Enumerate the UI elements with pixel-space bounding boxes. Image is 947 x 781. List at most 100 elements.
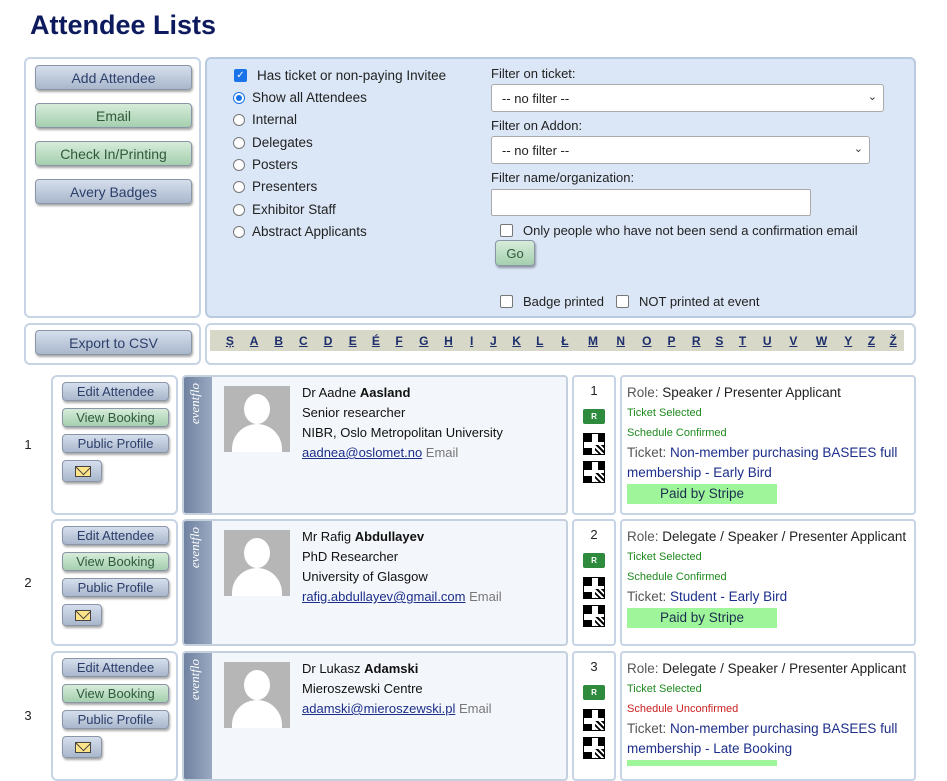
confirmation-email-option[interactable]: Only people who have not been send a con… [500,223,858,238]
alphabet-link[interactable]: L [529,334,551,348]
alphabet-link[interactable]: Ș [218,334,242,348]
alphabet-link[interactable]: K [504,334,529,348]
radio-button[interactable] [233,91,245,104]
alphabet-link[interactable]: F [387,334,412,348]
qr-code-icon[interactable] [583,709,605,731]
alphabet-link[interactable]: É [365,334,387,348]
attendee-email-link[interactable]: rafig.abdullayev@gmail.com [302,589,466,604]
role-value: Speaker / Presenter Applicant [662,385,841,400]
ticket-icon[interactable]: R [583,685,605,700]
attendee-email-link[interactable]: adamski@mieroszewski.pl [302,701,455,716]
not-printed-option[interactable]: NOT printed at event [616,294,759,309]
has-ticket-option[interactable]: ✓ Has ticket or non-paying Invitee [234,68,446,83]
alphabet-link[interactable]: R [684,334,709,348]
alphabet-link[interactable]: U [755,334,780,348]
alphabet-link[interactable]: H [436,334,461,348]
alphabet-link[interactable]: M [579,334,607,348]
public-profile-button[interactable]: Public Profile [62,434,169,453]
radio-abstract-applicants[interactable]: Abstract Applicants [233,224,367,239]
brand-logo: eventflo [187,383,202,425]
alphabet-link[interactable]: C [291,334,316,348]
check-in-printing-button[interactable]: Check In/Printing [35,141,192,166]
view-booking-button[interactable]: View Booking [62,408,169,427]
add-attendee-button[interactable]: Add Attendee [35,65,192,90]
alphabet-link[interactable]: Y [836,334,861,348]
edit-attendee-button[interactable]: Edit Attendee [62,526,169,545]
brand-logo: eventflo [187,659,202,701]
alphabet-link[interactable]: O [635,334,660,348]
alphabet-link[interactable]: J [483,334,505,348]
badge-printed-checkbox[interactable] [500,295,513,308]
brand-logo: eventflo [187,527,202,569]
badge-printed-option[interactable]: Badge printed [500,294,604,309]
radio-button[interactable] [233,136,245,149]
envelope-icon [75,742,91,753]
alphabet-link[interactable]: V [780,334,808,348]
export-csv-button[interactable]: Export to CSV [35,330,192,355]
radio-button[interactable] [233,180,245,193]
radio-exhibitor-staff[interactable]: Exhibitor Staff [233,202,336,217]
not-printed-label: NOT printed at event [639,294,760,309]
alphabet-link[interactable]: W [807,334,836,348]
alphabet-link[interactable]: P [659,334,684,348]
name-filter-input[interactable] [491,189,811,216]
ticket-icon[interactable]: R [583,553,605,568]
alphabet-link[interactable]: A [242,334,267,348]
attendee-card: eventflo Dr Lukasz Adamski Mieroszewski … [182,651,568,781]
attendee-email-link[interactable]: aadnea@oslomet.no [302,445,422,460]
attendee-position: Mieroszewski Centre [302,681,423,696]
addon-filter-select[interactable]: -- no filter -- ⌄ [491,136,870,164]
alphabet-link[interactable]: Ł [551,334,580,348]
view-booking-button[interactable]: View Booking [62,552,169,571]
radio-button[interactable] [233,158,245,171]
alphabet-link[interactable]: T [730,334,755,348]
alphabet-link[interactable]: N [607,334,635,348]
public-profile-button[interactable]: Public Profile [62,710,169,729]
attendee-surname: Adamski [364,661,419,676]
send-email-button[interactable] [62,460,102,482]
radio-button[interactable] [233,203,245,216]
radio-internal[interactable]: Internal [233,112,297,127]
radio-posters[interactable]: Posters [233,157,298,172]
radio-button[interactable] [233,113,245,126]
alphabet-link[interactable]: B [266,334,291,348]
alphabet-link[interactable]: I [461,334,483,348]
alphabet-link[interactable]: Ž [882,334,904,348]
radio-label: Internal [252,112,298,127]
qr-code-icon[interactable] [583,605,605,627]
radio-button[interactable] [233,225,245,238]
qr-code-icon[interactable] [583,577,605,599]
confirmation-email-checkbox[interactable] [500,224,513,237]
attendee-organization: NIBR, Oslo Metropolitan University [302,425,503,440]
radio-presenters[interactable]: Presenters [233,179,317,194]
ticket-icon[interactable]: R [583,409,605,424]
qr-code-icon[interactable] [583,433,605,455]
radio-show-all[interactable]: Show all Attendees [233,90,367,105]
alphabet-link[interactable]: G [411,334,436,348]
addon-filter-label: Filter on Addon: [491,118,583,133]
avery-badges-button[interactable]: Avery Badges [35,179,192,204]
view-booking-button[interactable]: View Booking [62,684,169,703]
qr-code-icon[interactable] [583,737,605,759]
ticket-filter-select[interactable]: -- no filter -- ⌄ [491,84,884,112]
qr-code-icon[interactable] [583,461,605,483]
radio-label: Show all Attendees [252,90,367,105]
alphabet-link[interactable]: E [340,334,365,348]
alphabet-link[interactable]: Z [861,334,883,348]
edit-attendee-button[interactable]: Edit Attendee [62,658,169,677]
addon-filter-value: -- no filter -- [502,142,570,158]
send-email-button[interactable] [62,604,102,626]
attendee-info: Dr Lukasz Adamski Mieroszewski Centre ad… [302,659,492,719]
alphabet-link[interactable]: S [709,334,731,348]
send-email-button[interactable] [62,736,102,758]
has-ticket-checkbox[interactable]: ✓ [234,69,247,82]
public-profile-button[interactable]: Public Profile [62,578,169,597]
not-printed-checkbox[interactable] [616,295,629,308]
go-button[interactable]: Go [495,240,535,266]
edit-attendee-button[interactable]: Edit Attendee [62,382,169,401]
attendee-position: Senior researcher [302,405,406,420]
email-button[interactable]: Email [35,103,192,128]
alphabet-link[interactable]: D [316,334,341,348]
radio-delegates[interactable]: Delegates [233,135,313,150]
role-box: Role: Speaker / Presenter Applicant Tick… [620,375,916,515]
